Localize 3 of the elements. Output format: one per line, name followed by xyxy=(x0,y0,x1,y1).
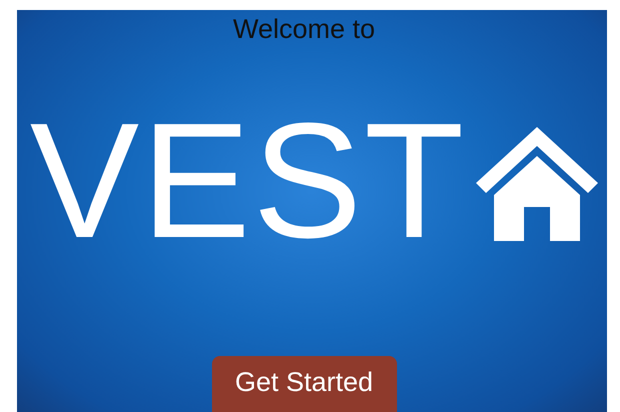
get-started-button[interactable]: Get Started xyxy=(212,356,396,412)
logo-text: VEST xyxy=(30,119,466,243)
welcome-heading: Welcome to xyxy=(232,13,376,46)
